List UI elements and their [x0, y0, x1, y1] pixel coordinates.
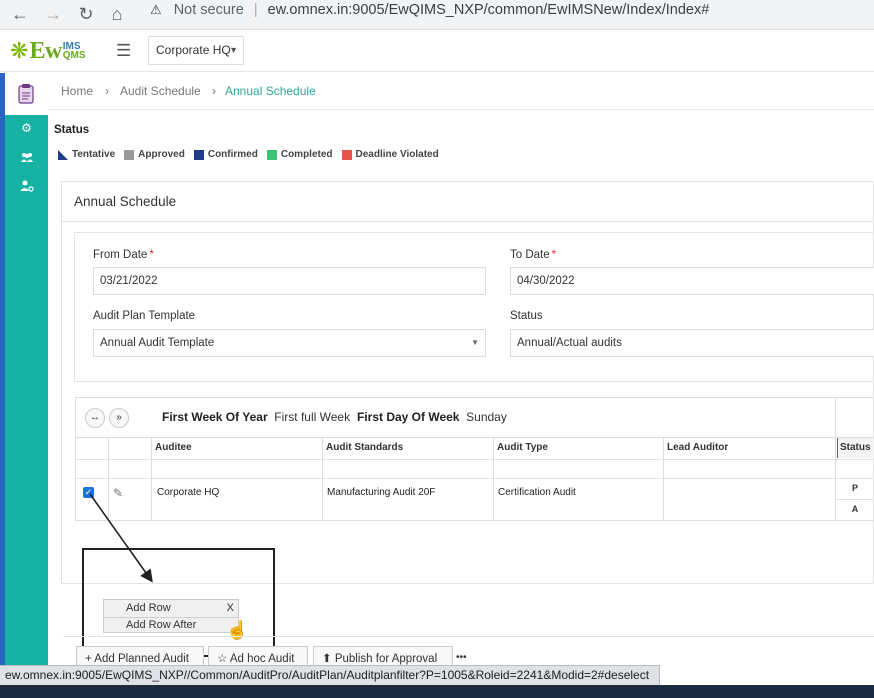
template-label: Audit Plan Template [93, 310, 196, 322]
close-icon[interactable]: X [227, 600, 234, 616]
audit-grid: ↔ » First Week Of Year First full Week F… [75, 397, 874, 521]
not-secure-label: Not secure [173, 2, 244, 18]
breadcrumb-home[interactable]: Home [61, 73, 93, 109]
column-audit-type[interactable]: Audit Type [495, 438, 548, 458]
panel-title: Annual Schedule [62, 182, 873, 222]
tentative-swatch [58, 149, 68, 160]
status-legend: Tentative Approved Confirmed Completed D… [58, 149, 448, 160]
url-text: ew.omnex.in:9005/EwQIMS_NXP/common/EwIMS… [267, 2, 710, 18]
chevron-right-icon: › [212, 84, 216, 98]
taskbar [0, 685, 874, 698]
status-title: Status [54, 124, 90, 136]
cell-audit-type: Certification Audit [498, 487, 576, 498]
sidebar-item-documents[interactable] [5, 73, 48, 115]
edit-icon[interactable]: ✎ [113, 486, 123, 500]
chevron-right-icon: › [105, 84, 109, 98]
url-separator: | [253, 2, 258, 18]
legend-completed: Completed [266, 149, 333, 160]
column-lead-auditor[interactable]: Lead Auditor [665, 438, 728, 458]
sidebar [0, 73, 48, 698]
address-bar[interactable]: ⚠ Not secure | ew.omnex.in:9005/EwQIMS_N… [142, 0, 874, 22]
legend-confirmed: Confirmed [193, 149, 258, 160]
legend-approved: Approved [124, 149, 185, 160]
hamburger-menu-icon[interactable]: ☰ [116, 41, 131, 61]
breadcrumb-current: Annual Schedule [225, 84, 316, 98]
gear-icon[interactable]: ⚙ [5, 121, 48, 135]
reload-icon[interactable]: ↻ [75, 3, 97, 25]
legend-deadline-violated: Deadline Violated [341, 149, 439, 160]
breadcrumb-audit-schedule[interactable]: Audit Schedule [120, 73, 201, 109]
forward-icon[interactable]: → [42, 3, 64, 25]
cell-audit-standard: Manufacturing Audit 20F [327, 487, 436, 498]
home-icon[interactable]: ⌂ [106, 3, 128, 25]
grid-toolbar: ↔ » First Week Of Year First full Week F… [76, 398, 874, 438]
first-week-info: First Week Of Year First full Week [162, 410, 351, 424]
breadcrumb: Home › Audit Schedule › Annual Schedule [48, 73, 874, 110]
chevron-down-icon: ▼ [471, 338, 479, 347]
cell-auditee: Corporate HQ [157, 487, 220, 498]
to-date-input[interactable]: 04/30/2022 [510, 267, 874, 295]
first-day-info: First Day Of Week Sunday [357, 410, 507, 424]
from-date-label: From Date * [93, 249, 154, 261]
logo-sub: QMS [62, 50, 86, 61]
warning-icon: ⚠ [150, 2, 162, 17]
row-checkbox[interactable]: ✓ [83, 487, 94, 498]
clipboard-icon [18, 84, 34, 104]
add-row-item[interactable]: Add Row [126, 600, 171, 616]
legend-label: Deadline Violated [355, 149, 439, 160]
site-selector[interactable]: Corporate HQ ▼ [148, 36, 244, 65]
to-date-label: To Date * [510, 249, 557, 261]
back-icon[interactable]: ← [9, 3, 31, 25]
more-icon[interactable]: ••• [456, 652, 467, 663]
legend-label: Approved [138, 149, 185, 160]
context-menu: Add Row X Add Row After [103, 599, 239, 633]
expand-icon[interactable]: ↔ [85, 408, 105, 428]
legend-tentative: Tentative [58, 149, 115, 160]
status-actual[interactable]: A [836, 504, 874, 514]
next-icon[interactable]: » [109, 408, 129, 428]
confirmed-swatch [193, 149, 204, 160]
completed-swatch [266, 149, 277, 160]
column-audit-standards[interactable]: Audit Standards [324, 438, 403, 458]
template-value: Annual Audit Template [100, 337, 215, 349]
app-logo: ❋ Ew IMS QMS [10, 36, 86, 66]
approved-swatch [124, 149, 135, 160]
filter-box [74, 232, 874, 382]
chevron-down-icon: ▼ [229, 45, 238, 55]
legend-label: Tentative [72, 149, 116, 160]
status-planned[interactable]: P [836, 483, 874, 493]
column-status[interactable]: Status [837, 438, 874, 458]
legend-label: Confirmed [207, 149, 258, 160]
logo-text: Ew [29, 37, 62, 64]
from-date-input[interactable]: 03/21/2022 [93, 267, 486, 295]
legend-label: Completed [280, 149, 333, 160]
status-label: Status [510, 310, 543, 322]
column-auditee[interactable]: Auditee [153, 438, 192, 458]
add-row-after-item[interactable]: Add Row After [126, 617, 196, 633]
users-icon[interactable] [5, 151, 48, 165]
logo-flake-icon: ❋ [10, 38, 29, 63]
status-select[interactable]: Annual/Actual audits [510, 329, 874, 357]
user-settings-icon[interactable] [5, 180, 48, 195]
template-select[interactable]: Annual Audit Template ▼ [93, 329, 486, 357]
site-selector-value: Corporate HQ [156, 43, 231, 57]
status-bar-url: ew.omnex.in:9005/EwQIMS_NXP//Common/Audi… [0, 665, 660, 685]
deadline-violated-swatch [341, 149, 352, 160]
